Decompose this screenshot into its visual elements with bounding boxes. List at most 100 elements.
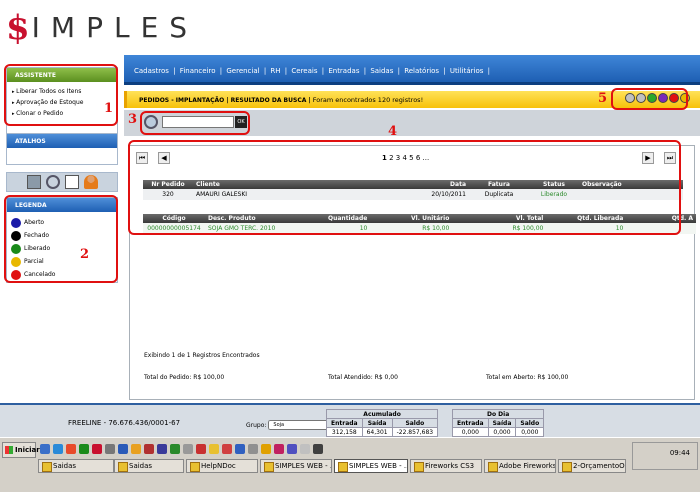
task-simples-web-1[interactable]: SIMPLES WEB - ... bbox=[260, 459, 332, 473]
annotation-box-1 bbox=[4, 64, 118, 126]
dodia-header-row: Entrada Saída Saldo bbox=[452, 418, 545, 428]
nav-sep: | bbox=[173, 67, 176, 75]
nav-utilitarios[interactable]: Utilitários bbox=[450, 67, 484, 75]
quick-launch-icon[interactable] bbox=[287, 444, 297, 454]
task-fireworks-cs3[interactable]: Fireworks CS3 bbox=[410, 459, 482, 473]
acumulado-values-row: 312,158 64,301 -22.857,683 bbox=[326, 427, 439, 437]
nav-sep: | bbox=[363, 67, 367, 75]
nav-sep: | bbox=[443, 67, 446, 75]
quick-launch-icon[interactable] bbox=[261, 444, 271, 454]
dodia-saida-label: Saída bbox=[487, 418, 517, 428]
logo-word: IMPLES bbox=[31, 11, 199, 44]
atalhos-title: ATALHOS bbox=[7, 134, 117, 148]
task-simples-web-2[interactable]: SIMPLES WEB - ... bbox=[334, 459, 408, 473]
acumulado-title-row: Acumulado bbox=[325, 409, 439, 419]
nav-saidas[interactable]: Saidas bbox=[370, 67, 393, 75]
nav-sep: | bbox=[263, 67, 267, 75]
quick-launch-icon[interactable] bbox=[313, 444, 323, 454]
task-adobe-fireworks[interactable]: Adobe Fireworks... bbox=[484, 459, 556, 473]
quick-launch-icon[interactable] bbox=[300, 444, 310, 454]
dodia-saida: 0,000 bbox=[487, 427, 517, 437]
atalhos-panel: ATALHOS bbox=[6, 133, 118, 165]
quick-launch-icon[interactable] bbox=[222, 444, 232, 454]
company-info: FREELINE - 76.676.436/0001-67 bbox=[68, 419, 181, 427]
app-logo: $ IMPLES bbox=[6, 10, 198, 46]
annotation-label-2: 2 bbox=[80, 247, 90, 262]
quick-launch-icon[interactable] bbox=[274, 444, 284, 454]
acumulado-header-row: Entrada Saída Saldo bbox=[326, 418, 439, 428]
quick-launch-icon[interactable] bbox=[248, 444, 258, 454]
quick-launch-icon[interactable] bbox=[105, 444, 115, 454]
start-button[interactable]: Iniciar bbox=[2, 442, 40, 458]
records-count: Exibindo 1 de 1 Registros Encontrados bbox=[144, 352, 260, 359]
main-content: PEDIDOS - IMPLANTAÇÃO | RESULTADO DA BUS… bbox=[124, 88, 700, 403]
quick-launch-icon[interactable] bbox=[92, 444, 102, 454]
task-saidas-2[interactable]: Saidas bbox=[114, 459, 184, 473]
dodia-saldo: 0,000 bbox=[515, 427, 545, 437]
nav-cereais[interactable]: Cereais bbox=[291, 67, 317, 75]
nav-entradas[interactable]: Entradas bbox=[328, 67, 359, 75]
nav-sep: | bbox=[397, 67, 400, 75]
quick-launch-icon[interactable] bbox=[40, 444, 50, 454]
quick-launch-icon[interactable] bbox=[53, 444, 63, 454]
dodia-entrada-label: Entrada bbox=[452, 418, 489, 428]
calculator-icon[interactable] bbox=[26, 175, 41, 189]
total-pedido: Total do Pedido: R$ 100,00 bbox=[144, 374, 225, 381]
logo-dollar: $ bbox=[6, 8, 30, 48]
annotation-label-3: 3 bbox=[128, 112, 138, 127]
nav-gerencial[interactable]: Gerencial bbox=[226, 67, 259, 75]
nav-sep: | bbox=[219, 67, 223, 75]
task-helpndoc[interactable]: HelpNDoc bbox=[186, 459, 258, 473]
annotation-label-5: 5 bbox=[598, 91, 608, 106]
total-atendido: Total Atendido: R$ 0,00 bbox=[328, 374, 398, 381]
task-saidas-1[interactable]: Saidas bbox=[38, 459, 114, 473]
nav-rh[interactable]: RH bbox=[270, 67, 280, 75]
task-orcamento[interactable]: 2-OrçamentoOK... bbox=[558, 459, 626, 473]
acumulado-saida: 64,301 bbox=[361, 427, 393, 437]
info-bar: FREELINE - 76.676.436/0001-67 Grupo: Soj… bbox=[0, 403, 700, 437]
quick-launch-icon[interactable] bbox=[79, 444, 89, 454]
annotation-box-5 bbox=[611, 88, 688, 110]
nav-financeiro[interactable]: Financeiro bbox=[180, 67, 216, 75]
dodia-entrada: 0,000 bbox=[452, 427, 489, 437]
quick-launch-icon[interactable] bbox=[170, 444, 180, 454]
acumulado-saida-label: Saída bbox=[361, 418, 393, 428]
nav-cadastros[interactable]: Cadastros bbox=[134, 67, 169, 75]
nav-relatorios[interactable]: Relatórios bbox=[404, 67, 439, 75]
quick-launch-icon[interactable] bbox=[183, 444, 193, 454]
acumulado-title: Acumulado bbox=[325, 409, 439, 419]
task-buttons: Saidas Saidas HelpNDoc SIMPLES WEB - ...… bbox=[38, 459, 628, 473]
quick-launch-icon[interactable] bbox=[66, 444, 76, 454]
dodia-values-row: 0,000 0,000 0,000 bbox=[452, 427, 545, 437]
dodia-title: Do Dia bbox=[451, 409, 545, 419]
annotation-label-4: 4 bbox=[388, 124, 398, 139]
quick-launch-icon[interactable] bbox=[144, 444, 154, 454]
quick-launch-icon[interactable] bbox=[118, 444, 128, 454]
quick-launch-icon[interactable] bbox=[209, 444, 219, 454]
user-icon[interactable] bbox=[83, 175, 98, 189]
nav-sep: | bbox=[487, 67, 490, 75]
dodia-saldo-label: Saldo bbox=[515, 418, 545, 428]
quick-launch-icon[interactable] bbox=[235, 444, 245, 454]
acumulado-table: Acumulado Entrada Saída Saldo 312,158 64… bbox=[325, 409, 439, 437]
annotation-label-1: 1 bbox=[104, 101, 114, 116]
quick-launch-icon[interactable] bbox=[131, 444, 141, 454]
sidebar-tool-icons bbox=[6, 172, 118, 192]
calendar-icon[interactable] bbox=[64, 175, 79, 189]
dodia-title-row: Do Dia bbox=[451, 409, 545, 419]
quick-launch-icon[interactable] bbox=[196, 444, 206, 454]
quick-launch-icon[interactable] bbox=[157, 444, 167, 454]
status-message: Foram encontrados 120 registros! bbox=[310, 96, 424, 104]
dodia-table: Do Dia Entrada Saída Saldo 0,000 0,000 0… bbox=[451, 409, 545, 437]
quick-launch bbox=[40, 444, 323, 454]
top-navigation: Cadastros | Financeiro | Gerencial | RH … bbox=[124, 55, 700, 85]
annotation-box-2 bbox=[4, 195, 118, 283]
breadcrumb-text: PEDIDOS - IMPLANTAÇÃO | RESULTADO DA BUS… bbox=[139, 97, 311, 104]
acumulado-saldo: -22.857,683 bbox=[391, 427, 439, 437]
app-window: $ IMPLES Cadastros | Financeiro | Gerenc… bbox=[0, 0, 700, 492]
acumulado-entrada-label: Entrada bbox=[326, 418, 363, 428]
taskbar-clock[interactable]: 09:44 bbox=[670, 449, 690, 457]
search-icon[interactable] bbox=[45, 175, 60, 189]
nav-sep: | bbox=[321, 67, 325, 75]
breadcrumb: PEDIDOS - IMPLANTAÇÃO | RESULTADO DA BUS… bbox=[139, 96, 423, 104]
